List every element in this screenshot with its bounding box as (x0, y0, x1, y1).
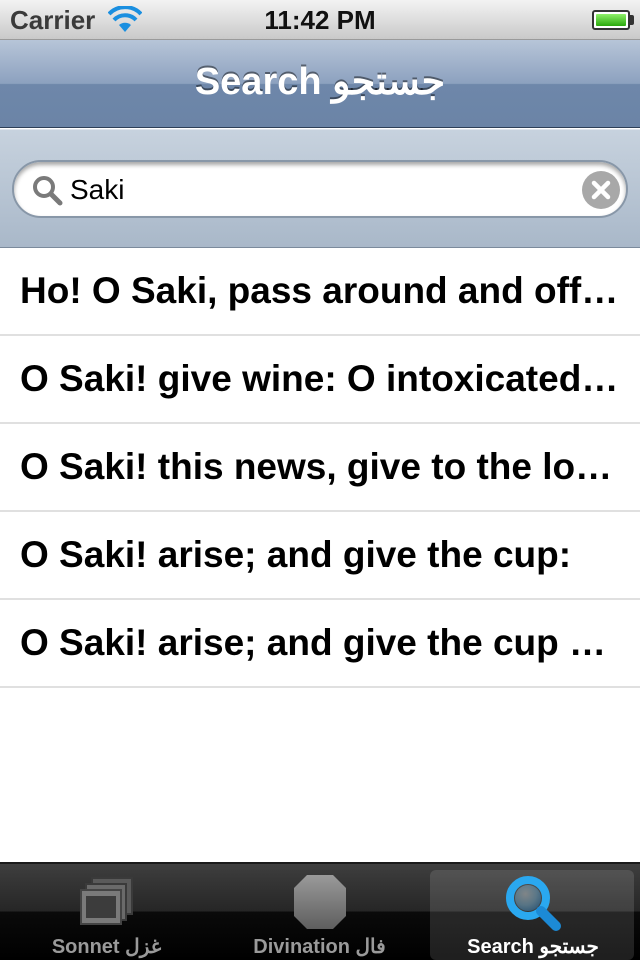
search-input[interactable] (70, 170, 570, 210)
clear-button[interactable] (582, 171, 620, 209)
list-item-label: O Saki! arise; and give the cup of wine (20, 622, 620, 663)
clear-circle-icon (591, 180, 611, 200)
list-item[interactable]: O Saki! arise; and give the cup of wine (0, 600, 640, 688)
tab-sonnet[interactable]: Sonnet غزل (0, 864, 213, 962)
search-field[interactable] (12, 160, 628, 218)
list-item-label: O Saki! give wine: O intoxicated one, te… (20, 358, 620, 399)
battery-icon (592, 10, 630, 30)
list-item-label: Ho! O Saki, pass around and offer the bo… (20, 270, 620, 311)
list-item-label: O Saki! arise; and give the cup: (20, 534, 572, 575)
search-bar (0, 129, 640, 248)
tab-divination-label: Divination فال (253, 936, 386, 958)
list-item[interactable]: O Saki! this news, give to the lovers (0, 424, 640, 512)
page-title: Search جستجو (194, 61, 446, 103)
list-item[interactable]: O Saki! give wine: O intoxicated one, te… (0, 336, 640, 424)
list-item-label: O Saki! this news, give to the lovers (20, 446, 620, 487)
tab-divination[interactable]: Divination فال (213, 864, 426, 962)
search-icon (506, 876, 561, 931)
navigation-bar: Search جستجو (0, 40, 640, 128)
battery-level (596, 14, 626, 26)
clock: 11:42 PM (264, 5, 376, 35)
tab-sonnet-label: Sonnet غزل (51, 936, 162, 958)
hexagon-icon (294, 875, 346, 929)
tab-search[interactable]: Search جستجو (426, 864, 640, 962)
list-item[interactable]: Ho! O Saki, pass around and offer the bo… (0, 248, 640, 336)
tab-search-label: Search جستجو (467, 936, 599, 958)
list-item[interactable]: O Saki! arise; and give the cup: (0, 512, 640, 600)
battery-nub (630, 15, 634, 25)
tab-bar: Sonnet غزل Divination فال Search جستجو (0, 862, 640, 960)
magnifier-icon (33, 176, 63, 206)
book-stack-icon (80, 877, 133, 925)
results-list: Ho! O Saki, pass around and offer the bo… (0, 248, 640, 688)
status-bar: Carrier 11:42 PM (0, 0, 640, 40)
